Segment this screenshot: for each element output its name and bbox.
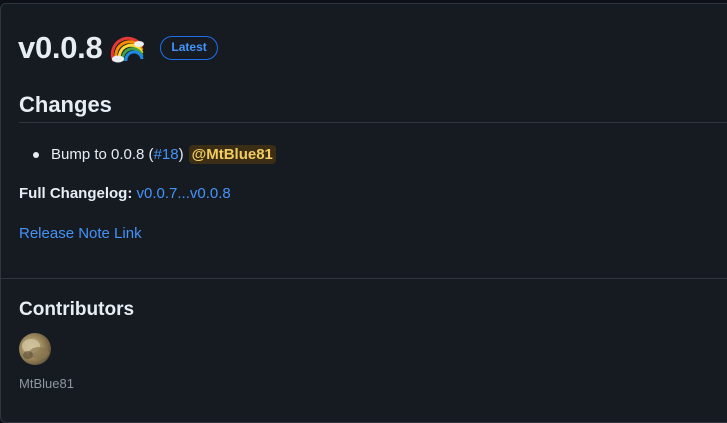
changelog-label: Full Changelog: bbox=[19, 185, 133, 202]
list-item: Bump to 0.0.8 ( #18 ) @MtBlue81 bbox=[33, 145, 276, 164]
section-divider bbox=[1, 278, 727, 279]
bullet-icon bbox=[33, 151, 39, 158]
pr-link[interactable]: #18 bbox=[154, 146, 179, 163]
latest-badge: Latest bbox=[160, 36, 218, 60]
changes-heading: Changes bbox=[19, 92, 112, 117]
changelog-link[interactable]: v0.0.7...v0.0.8 bbox=[137, 185, 231, 202]
release-title[interactable]: v0.0.8 bbox=[18, 30, 103, 66]
change-text: Bump to 0.0.8 ( bbox=[51, 146, 154, 163]
rainbow-icon bbox=[110, 33, 145, 63]
change-text-after: ) bbox=[178, 146, 184, 163]
contributors-heading: Contributors bbox=[19, 299, 135, 320]
changes-list: Bump to 0.0.8 ( #18 ) @MtBlue81 bbox=[33, 145, 276, 164]
release-header: v0.0.8 Latest bbox=[18, 30, 218, 66]
full-changelog: Full Changelog: v0.0.7...v0.0.8 bbox=[19, 185, 231, 202]
contributor-name[interactable]: MtBlue81 bbox=[19, 376, 74, 391]
release-card: v0.0.8 Latest Changes Bump to 0.0.8 ( #1… bbox=[0, 3, 727, 423]
heading-divider bbox=[19, 122, 727, 123]
avatar[interactable] bbox=[19, 333, 51, 365]
release-note-link[interactable]: Release Note Link bbox=[19, 225, 142, 242]
user-mention[interactable]: @MtBlue81 bbox=[188, 145, 276, 164]
